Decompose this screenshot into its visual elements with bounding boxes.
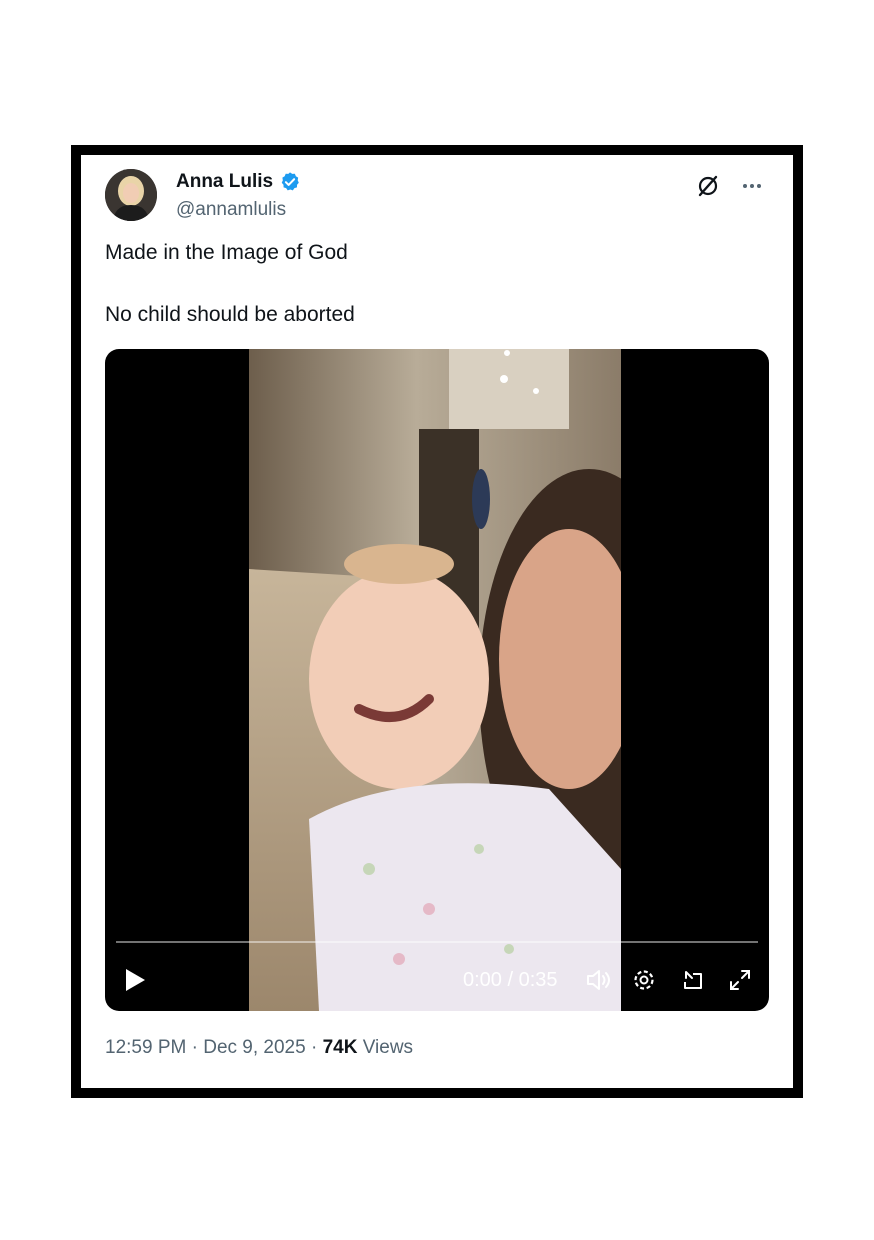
meta-separator: · — [191, 1037, 198, 1058]
video-time: 0:00 / 0:35 — [463, 969, 558, 991]
screenshot-border: Anna Lulis @annamlulis Made in the Image… — [71, 145, 803, 1098]
post-date[interactable]: Dec 9, 2025 — [203, 1037, 305, 1058]
author-handle[interactable]: @annamlulis — [176, 199, 286, 221]
author-name[interactable]: Anna Lulis — [176, 171, 273, 193]
meta-separator: · — [310, 1037, 318, 1058]
video-player[interactable]: 0:00 / 0:35 — [105, 349, 769, 1011]
post-text-line-2: No child should be aborted — [105, 303, 355, 326]
views-label: Views — [362, 1037, 414, 1058]
post-card: Anna Lulis @annamlulis Made in the Image… — [81, 155, 793, 1088]
grok-icon[interactable] — [695, 173, 721, 199]
settings-icon[interactable] — [629, 965, 659, 995]
video-controls: 0:00 / 0:35 — [105, 961, 769, 1001]
post-time[interactable]: 12:59 PM — [105, 1037, 186, 1058]
post-meta: 12:59 PM · Dec 9, 2025 · 74K Views — [105, 1037, 413, 1059]
video-progress-bar[interactable] — [116, 941, 758, 943]
video-frame — [249, 349, 621, 1011]
author-row: Anna Lulis — [176, 171, 301, 193]
more-options-icon[interactable] — [739, 173, 765, 199]
verified-badge-icon — [281, 172, 299, 191]
pip-icon[interactable] — [677, 965, 707, 995]
fullscreen-icon[interactable] — [725, 965, 755, 995]
play-icon[interactable] — [123, 967, 147, 993]
avatar[interactable] — [105, 169, 157, 221]
post-actions-top — [695, 173, 765, 199]
post-text-line-1: Made in the Image of God — [105, 241, 348, 264]
views-count: 74K — [322, 1037, 358, 1058]
volume-icon[interactable] — [583, 965, 613, 995]
